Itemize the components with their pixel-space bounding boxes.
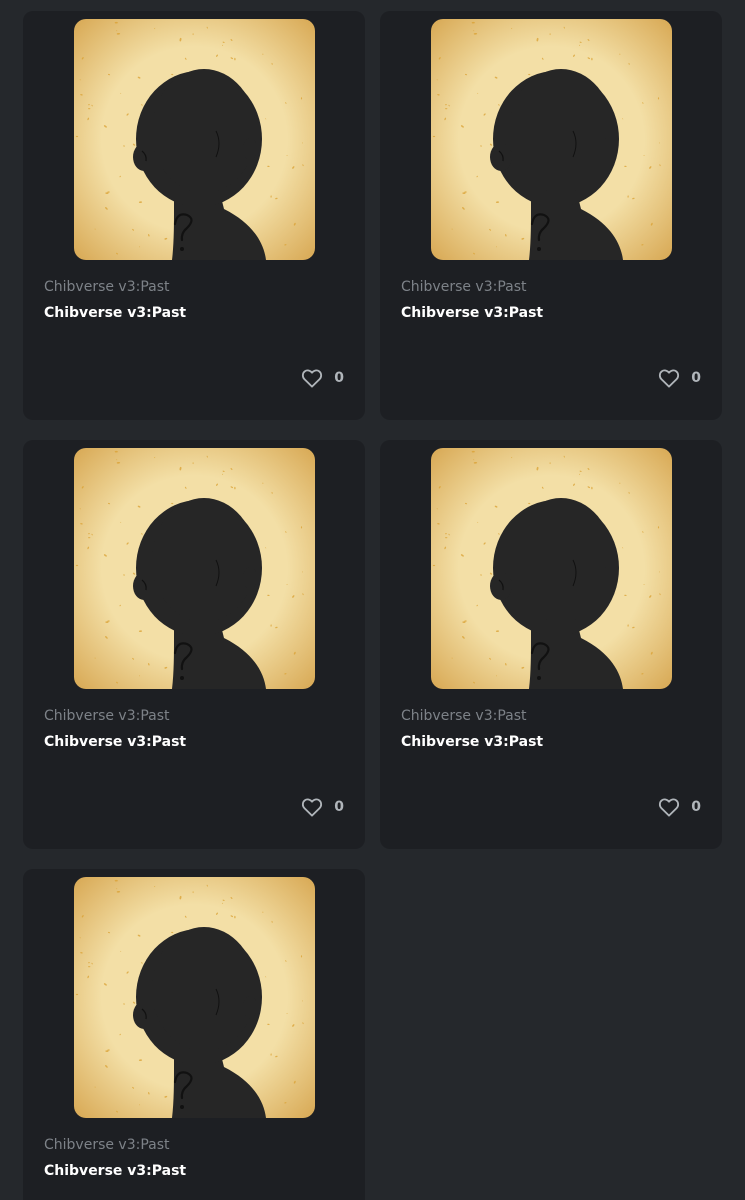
nft-image[interactable]: [431, 448, 672, 689]
nft-card[interactable]: Chibverse v3:Past Chibverse v3:Past 0: [380, 11, 722, 420]
nft-card[interactable]: Chibverse v3:Past Chibverse v3:Past: [23, 869, 365, 1200]
like-button[interactable]: 0: [301, 796, 344, 818]
nft-image[interactable]: [431, 19, 672, 260]
heart-outline-icon: [658, 368, 680, 388]
nft-image[interactable]: [74, 448, 315, 689]
like-count: 0: [334, 799, 344, 815]
nft-image[interactable]: [74, 19, 315, 260]
collection-name[interactable]: Chibverse v3:Past: [44, 279, 170, 295]
like-count: 0: [334, 370, 344, 386]
like-button[interactable]: 0: [658, 796, 701, 818]
nft-title[interactable]: Chibverse v3:Past: [401, 734, 543, 750]
nft-card[interactable]: Chibverse v3:Past Chibverse v3:Past 0: [380, 440, 722, 849]
nft-grid: Chibverse v3:Past Chibverse v3:Past 0 Ch…: [0, 0, 745, 1200]
like-count: 0: [691, 370, 701, 386]
like-count: 0: [691, 799, 701, 815]
nft-title[interactable]: Chibverse v3:Past: [44, 1163, 186, 1179]
collection-name[interactable]: Chibverse v3:Past: [44, 1137, 170, 1153]
heart-outline-icon: [301, 368, 323, 388]
like-button[interactable]: 0: [658, 367, 701, 389]
collection-name[interactable]: Chibverse v3:Past: [44, 708, 170, 724]
nft-title[interactable]: Chibverse v3:Past: [44, 305, 186, 321]
nft-image[interactable]: [74, 877, 315, 1118]
nft-title[interactable]: Chibverse v3:Past: [44, 734, 186, 750]
nft-card[interactable]: Chibverse v3:Past Chibverse v3:Past 0: [23, 11, 365, 420]
nft-title[interactable]: Chibverse v3:Past: [401, 305, 543, 321]
heart-outline-icon: [658, 797, 680, 817]
like-button[interactable]: 0: [301, 367, 344, 389]
heart-outline-icon: [301, 797, 323, 817]
collection-name[interactable]: Chibverse v3:Past: [401, 279, 527, 295]
collection-name[interactable]: Chibverse v3:Past: [401, 708, 527, 724]
nft-card[interactable]: Chibverse v3:Past Chibverse v3:Past 0: [23, 440, 365, 849]
